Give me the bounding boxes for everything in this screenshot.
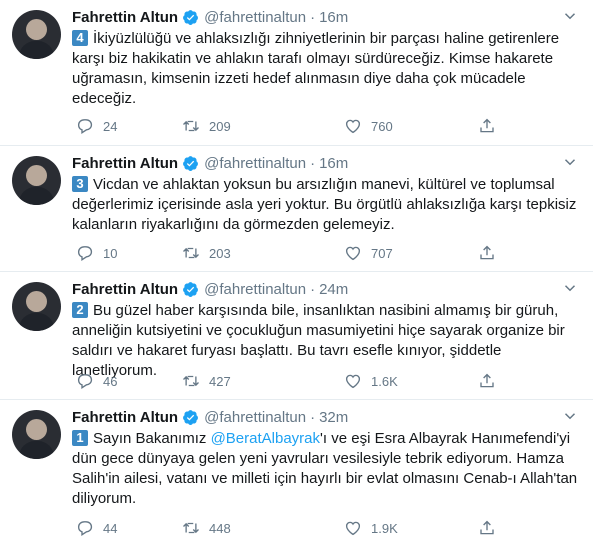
reply-button[interactable]: 10: [76, 242, 117, 264]
author-handle[interactable]: @fahrettinaltun: [204, 409, 306, 426]
verified-badge-icon: [183, 409, 199, 425]
share-button[interactable]: [478, 517, 505, 538]
share-button[interactable]: [478, 242, 505, 264]
like-count: 1.6K: [371, 373, 398, 389]
like-count: 707: [371, 245, 393, 261]
avatar[interactable]: [12, 410, 61, 459]
like-button[interactable]: 760: [344, 115, 393, 137]
like-count: 760: [371, 118, 393, 134]
author-name[interactable]: Fahrettin Altun: [72, 9, 178, 26]
action-bar: 10 203 707: [72, 242, 512, 264]
separator-dot: ·: [310, 408, 316, 426]
retweet-button[interactable]: 448: [182, 517, 231, 538]
caret-down-icon[interactable]: [561, 407, 579, 425]
share-icon: [480, 118, 494, 133]
reply-icon: [77, 119, 93, 134]
separator-dot: ·: [310, 154, 316, 172]
verified-badge-icon: [183, 155, 199, 171]
retweet-button[interactable]: 427: [182, 370, 231, 392]
reply-icon: [77, 521, 93, 536]
tweet-body-start: Sayın Bakanımız: [93, 430, 211, 447]
retweet-button[interactable]: 209: [182, 115, 231, 137]
timestamp[interactable]: 32m: [319, 409, 348, 426]
like-count: 1.9K: [371, 520, 398, 536]
author-name[interactable]: Fahrettin Altun: [72, 155, 178, 172]
author-handle[interactable]: @fahrettinaltun: [204, 9, 306, 26]
like-icon: [345, 119, 361, 134]
caret-down-icon[interactable]: [561, 279, 579, 297]
retweet-count: 203: [209, 245, 231, 261]
timestamp[interactable]: 24m: [319, 281, 348, 298]
reply-button[interactable]: 46: [76, 370, 117, 392]
reply-button[interactable]: 44: [76, 517, 117, 538]
retweet-count: 448: [209, 520, 231, 536]
tweet-body: Vicdan ve ahlaktan yoksun bu arsızlığın …: [72, 176, 577, 233]
reply-icon: [77, 246, 93, 261]
number-badge: 1: [72, 430, 88, 446]
caret-down-icon[interactable]: [561, 153, 579, 171]
retweet-icon: [183, 120, 199, 132]
share-button[interactable]: [478, 115, 505, 137]
reply-count: 10: [103, 245, 118, 261]
like-button[interactable]: 1.6K: [344, 370, 398, 392]
reply-count: 46: [103, 373, 118, 389]
author-name[interactable]: Fahrettin Altun: [72, 409, 178, 426]
reply-count: 24: [103, 118, 118, 134]
tweet[interactable]: Fahrettin Altun @fahrettinaltun · 24m 2B…: [0, 272, 593, 400]
retweet-count: 427: [209, 373, 231, 389]
tweet-text: 2 Bu güzel haber karşısında bile, insanlı…: [72, 301, 582, 381]
reply-button[interactable]: 24: [76, 115, 117, 137]
reply-count: 44: [103, 520, 118, 536]
tweet-header: Fahrettin Altun @fahrettinaltun · 16m: [72, 6, 583, 28]
number-badge: 4: [72, 30, 88, 46]
tweet-feed: Fahrettin Altun @fahrettinaltun · 16m 4İ…: [0, 0, 593, 538]
like-icon: [345, 521, 361, 536]
verified-badge-icon: [183, 281, 199, 297]
retweet-count: 209: [209, 118, 231, 134]
tweet[interactable]: Fahrettin Altun @fahrettinaltun · 32m 1S…: [0, 400, 593, 538]
separator-dot: ·: [310, 8, 316, 26]
tweet-text: 1 Sayın Bakanımız @BeratAlbayrak'ı ve eşi…: [72, 429, 582, 509]
tweet-header: Fahrettin Altun @fahrettinaltun · 24m: [72, 278, 583, 300]
share-icon: [480, 520, 494, 535]
number-badge: 3: [72, 176, 88, 192]
verified-badge-icon: [183, 9, 199, 25]
author-handle[interactable]: @fahrettinaltun: [204, 155, 306, 172]
reply-icon: [77, 374, 93, 389]
avatar[interactable]: [12, 156, 61, 205]
avatar[interactable]: [12, 282, 61, 331]
tweet-body: Bu güzel haber karşısında bile, insanlık…: [72, 302, 565, 379]
author-name[interactable]: Fahrettin Altun: [72, 281, 178, 298]
action-bar: 46 427 1.6K: [72, 370, 512, 392]
retweet-icon: [183, 247, 199, 259]
action-bar: 44 448 1.9K: [72, 517, 512, 538]
action-bar: 24 209 760: [72, 115, 512, 137]
timestamp[interactable]: 16m: [319, 9, 348, 26]
caret-down-icon[interactable]: [561, 7, 579, 25]
like-icon: [345, 246, 361, 261]
retweet-button[interactable]: 203: [182, 242, 231, 264]
mention-link[interactable]: @BeratAlbayrak: [211, 430, 320, 447]
retweet-icon: [183, 375, 199, 387]
separator-dot: ·: [310, 280, 316, 298]
author-handle[interactable]: @fahrettinaltun: [204, 281, 306, 298]
tweet[interactable]: Fahrettin Altun @fahrettinaltun · 16m 3V…: [0, 146, 593, 272]
share-icon: [480, 245, 494, 260]
number-badge: 2: [72, 302, 88, 318]
tweet-body: İkiyüzlülüğü ve ahlaksızlığı zihniyetler…: [72, 30, 560, 107]
share-icon: [480, 373, 494, 388]
tweet-header: Fahrettin Altun @fahrettinaltun · 16m: [72, 152, 583, 174]
like-button[interactable]: 1.9K: [344, 517, 398, 538]
like-button[interactable]: 707: [344, 242, 393, 264]
timestamp[interactable]: 16m: [319, 155, 348, 172]
tweet-text: 4 İkiyüzlülüğü ve ahlaksızlığı zihniyetle…: [72, 29, 582, 109]
retweet-icon: [183, 522, 199, 534]
tweet-text: 3 Vicdan ve ahlaktan yoksun bu arsızlığın…: [72, 175, 582, 235]
like-icon: [345, 374, 361, 389]
share-button[interactable]: [478, 370, 505, 392]
tweet[interactable]: Fahrettin Altun @fahrettinaltun · 16m 4İ…: [0, 0, 593, 146]
tweet-header: Fahrettin Altun @fahrettinaltun · 32m: [72, 406, 583, 428]
avatar[interactable]: [12, 10, 61, 59]
